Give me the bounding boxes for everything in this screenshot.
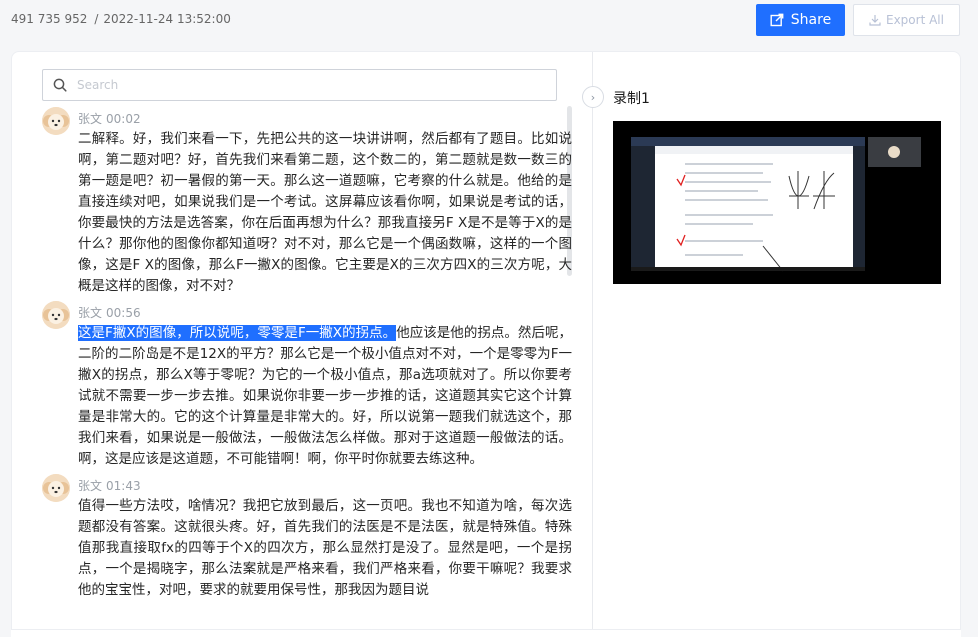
top-bar: 491 735 952 / 2022-11-24 13:52:00 Share Ex… [0,0,978,44]
download-icon [869,15,881,26]
transcript-text: 值得一些方法哎，啥情况？我把它放到最后，这一页吧。我也不知道为啥，每次选题都没有… [78,498,572,598]
transcript-text: 二解释。好，我们来看一下，先把公共的这一块讲讲啊，然后都有了题目。比如说啊，第二… [78,131,572,294]
chevron-right-icon: › [590,90,596,104]
meeting-datetime: 2022-11-24 13:52:00 [103,12,231,26]
speaker-line: 张文 01:43 [78,474,572,494]
transcript-entry: 张文 00:56 这是F撇X的图像，所以说呢，零零是F一撇X的拐点。他应该是他的拐… [42,301,572,470]
bottom-bar [11,629,961,637]
search-box[interactable] [42,69,557,101]
meeting-info: 491 735 952 / 2022-11-24 13:52:00 [11,12,231,26]
speaker-name: 张文 [78,112,103,126]
pane-divider [592,52,593,636]
transcript-pane: 张文00:02 二解释。好，我们来看一下，先把公共的这一块讲讲啊，然后都有了题目… [12,52,592,636]
speaker-name: 张文 [78,306,103,320]
speaker-line: 张文 00:56 [78,301,572,321]
collapse-toggle-button[interactable]: › [582,86,604,108]
search-icon [53,78,67,92]
recording-video[interactable] [613,121,941,284]
timestamp[interactable]: 01:43 [106,479,141,493]
export-all-button[interactable]: Export All [853,4,960,36]
separator: / [94,12,99,26]
video-thumbnail [613,121,941,284]
timestamp[interactable]: 00:56 [106,306,141,320]
transcript-entry: 张文 01:43 值得一些方法哎，啥情况？我把它放到最后，这一页吧。我也不知道为啥… [42,474,572,601]
recording-title: 录制1 [613,91,650,107]
meeting-id: 491 735 952 [11,12,88,26]
transcript-list: 张文 00:02 二解释。好，我们来看一下，先把公共的这一块讲讲啊，然后都有了题目… [42,107,572,636]
speaker-line: 张文 00:02 [78,107,572,127]
timestamp[interactable]: 00:02 [106,112,141,126]
highlighted-text[interactable]: 这是F撇X的图像，所以说呢，零零是F一撇X的拐点。 [78,325,397,341]
avatar [42,107,70,135]
avatar [42,301,70,329]
main-panel: 张文00:02 二解释。好，我们来看一下，先把公共的这一块讲讲啊，然后都有了题目… [11,51,961,637]
share-label: Share [790,12,832,28]
share-icon [770,13,784,27]
transcript-entry: 张文 00:02 二解释。好，我们来看一下，先把公共的这一块讲讲啊，然后都有了题目… [42,107,572,297]
speaker-name: 张文 [78,479,103,493]
search-input[interactable] [77,78,517,92]
text-rest: 他应该是他的拐点。然后呢，二阶的二阶岛是不是12X的平方？那么它是一个极小值点对… [78,325,572,467]
avatar [42,474,70,502]
export-label: Export All [886,13,944,27]
share-button[interactable]: Share [756,4,845,36]
transcript-text: 这是F撇X的图像，所以说呢，零零是F一撇X的拐点。他应该是他的拐点。然后呢，二阶… [78,323,572,470]
